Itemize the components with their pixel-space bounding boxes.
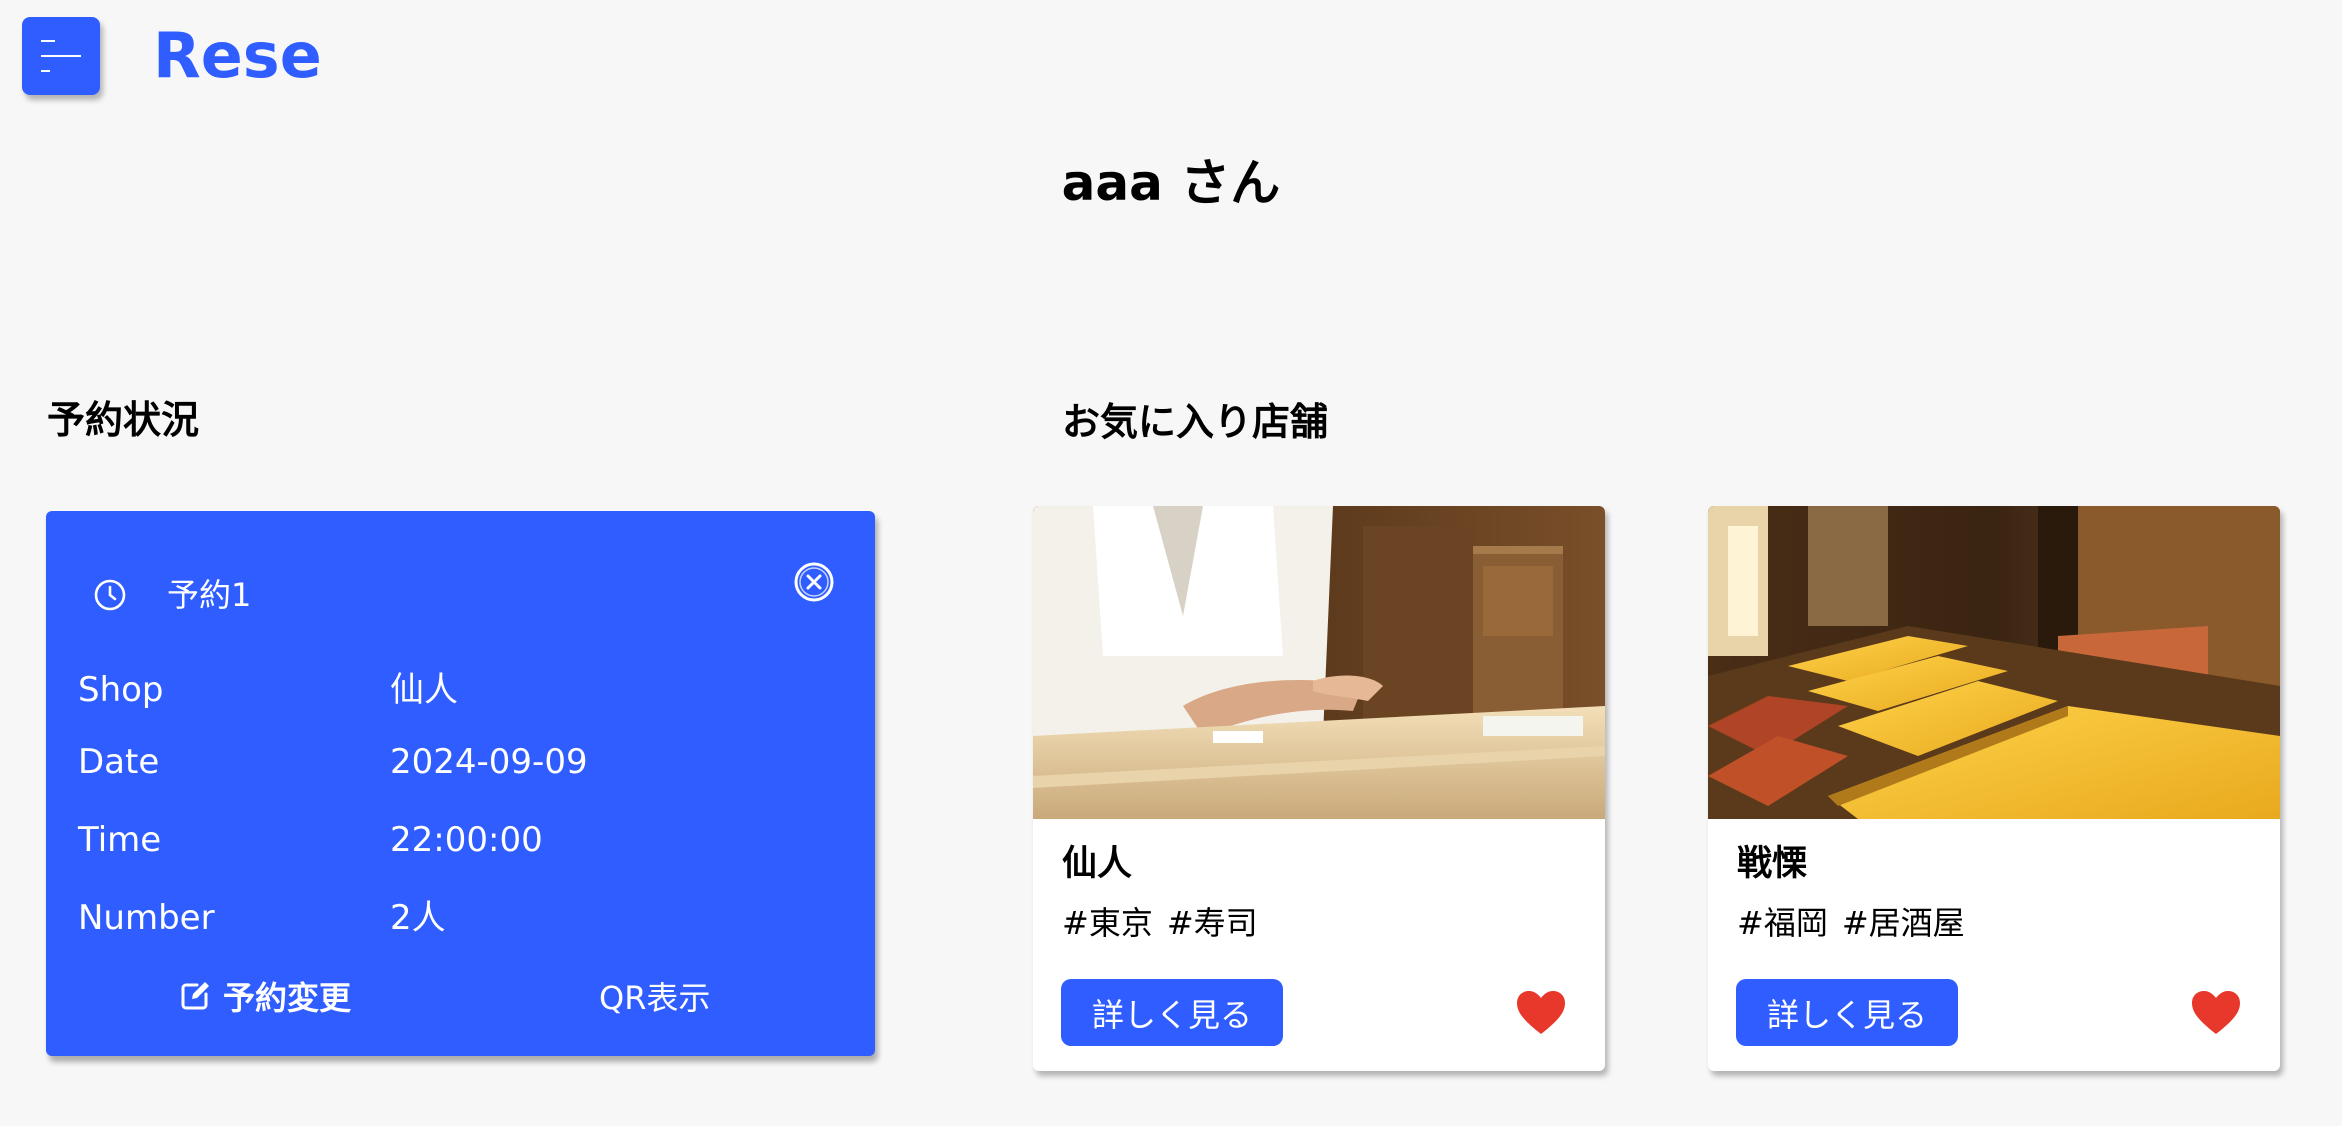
shop-card: 戦慄 #福岡 #居酒屋 詳しく見る bbox=[1708, 506, 2280, 1071]
menu-button[interactable] bbox=[22, 17, 100, 95]
qr-display-button[interactable]: QR表示 bbox=[599, 971, 710, 1021]
detail-button[interactable]: 詳しく見る bbox=[1061, 979, 1283, 1046]
favorites-title: お気に入り店舗 bbox=[1062, 400, 1329, 444]
shop-tag-genre[interactable]: #寿司 bbox=[1167, 900, 1258, 946]
reservation-card: 予約1 Shop 仙人 Date 2024-09-09 Time 22:00:0… bbox=[46, 511, 875, 1056]
app-logo[interactable]: Rese bbox=[153, 14, 322, 98]
menu-line bbox=[41, 55, 81, 57]
date-label: Date bbox=[78, 742, 160, 782]
menu-line bbox=[41, 40, 55, 42]
shop-value: 仙人 bbox=[390, 670, 458, 710]
shop-tag-area[interactable]: #東京 bbox=[1062, 900, 1153, 946]
date-value: 2024-09-09 bbox=[390, 742, 588, 782]
qr-display-label: QR表示 bbox=[599, 979, 711, 1017]
heart-icon[interactable] bbox=[2190, 990, 2242, 1036]
clock-icon bbox=[94, 579, 126, 611]
shop-tags: #東京 #寿司 bbox=[1062, 900, 1258, 946]
shop-label: Shop bbox=[78, 670, 164, 710]
reservations-title: 予約状況 bbox=[47, 398, 200, 442]
time-value: 22:00:00 bbox=[390, 820, 543, 860]
shop-tags: #福岡 #居酒屋 bbox=[1737, 900, 1965, 946]
edit-reservation-label: 予約変更 bbox=[223, 979, 352, 1017]
user-greeting: aaa さん bbox=[1061, 154, 1281, 212]
shop-image bbox=[1033, 506, 1605, 819]
edit-reservation-button[interactable]: 予約変更 bbox=[179, 971, 351, 1021]
close-circle-icon[interactable] bbox=[793, 561, 835, 603]
number-value: 2人 bbox=[390, 898, 446, 938]
shop-tag-area[interactable]: #福岡 bbox=[1737, 900, 1828, 946]
number-label: Number bbox=[78, 898, 215, 938]
time-label: Time bbox=[78, 820, 162, 860]
shop-image bbox=[1708, 506, 2280, 819]
detail-button[interactable]: 詳しく見る bbox=[1736, 979, 1958, 1046]
shop-name: 戦慄 bbox=[1737, 844, 1808, 884]
shop-name: 仙人 bbox=[1062, 844, 1133, 884]
edit-icon bbox=[181, 982, 209, 1010]
heart-icon[interactable] bbox=[1515, 990, 1567, 1036]
shop-tag-genre[interactable]: #居酒屋 bbox=[1842, 900, 1965, 946]
shop-card: 仙人 #東京 #寿司 詳しく見る bbox=[1033, 506, 1605, 1071]
menu-line bbox=[41, 70, 50, 72]
reservation-title: 予約1 bbox=[167, 576, 252, 614]
